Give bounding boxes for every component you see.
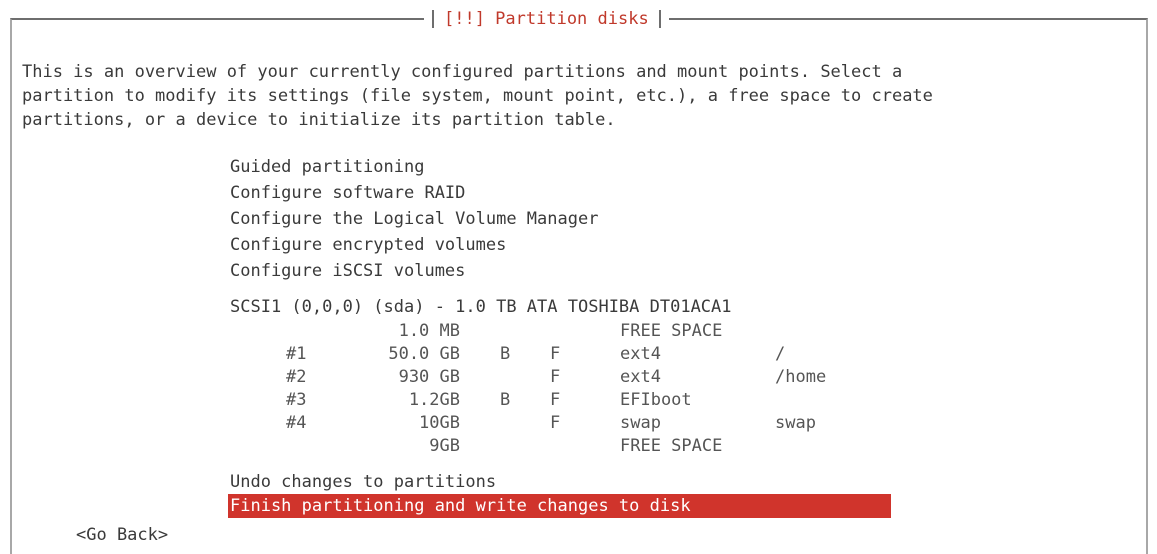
title-left-tick xyxy=(432,10,434,28)
partition-size: 10GB xyxy=(419,413,460,433)
partition-size: 50.0 GB xyxy=(388,344,460,364)
partition-filesystem: swap xyxy=(620,413,661,433)
partition-number: #1 xyxy=(286,344,307,364)
partition-row-2[interactable]: #2 930 GB F ext4 /home xyxy=(230,366,890,389)
partition-boot-flag: B xyxy=(500,344,511,364)
menu-item-software-raid[interactable]: Configure software RAID xyxy=(230,180,598,206)
partition-row-free-space[interactable]: 1.0 MB FREE SPACE xyxy=(230,320,890,343)
menu-item-encrypted-volumes[interactable]: Configure encrypted volumes xyxy=(230,232,598,258)
menu-item-lvm[interactable]: Configure the Logical Volume Manager xyxy=(230,206,598,232)
partition-filesystem: ext4 xyxy=(620,344,661,364)
partition-size: 9GB xyxy=(429,436,460,456)
partition-number: #2 xyxy=(286,367,307,387)
partition-actions: Undo changes to partitions Finish partit… xyxy=(228,470,891,518)
partition-row-1[interactable]: #1 50.0 GB B F ext4 / xyxy=(230,343,890,366)
menu-item-iscsi-volumes[interactable]: Configure iSCSI volumes xyxy=(230,258,598,284)
partition-filesystem: EFIboot xyxy=(620,390,692,410)
dialog-title-bar: [!!] Partition disks xyxy=(424,6,669,32)
partition-mount-point: swap xyxy=(775,413,816,433)
partition-format-flag: F xyxy=(550,390,561,410)
partition-format-flag: F xyxy=(550,344,561,364)
partition-menu: Guided partitioning Configure software R… xyxy=(230,154,598,284)
partition-format-flag: F xyxy=(550,367,561,387)
partition-mount-point: / xyxy=(775,344,786,364)
menu-item-guided-partitioning[interactable]: Guided partitioning xyxy=(230,154,598,180)
partition-mount-point: /home xyxy=(775,367,827,387)
title-right-tick xyxy=(658,10,661,28)
partition-filesystem: FREE SPACE xyxy=(620,321,723,341)
finish-partitioning-option[interactable]: Finish partitioning and write changes to… xyxy=(228,494,891,518)
partition-number: #3 xyxy=(286,390,307,410)
partition-size: 1.2GB xyxy=(408,390,460,410)
partition-filesystem: ext4 xyxy=(620,367,661,387)
disk-listing: SCSI1 (0,0,0) (sda) - 1.0 TB ATA TOSHIBA… xyxy=(230,296,890,458)
partition-number: #4 xyxy=(286,413,307,433)
dialog-title: [!!] Partition disks xyxy=(444,9,649,29)
go-back-button[interactable]: <Go Back> xyxy=(76,525,168,545)
partition-row-3[interactable]: #3 1.2GB B F EFIboot xyxy=(230,389,890,412)
partition-filesystem: FREE SPACE xyxy=(620,436,723,456)
dialog-description: This is an overview of your currently co… xyxy=(22,62,933,130)
partition-size: 1.0 MB xyxy=(398,321,460,341)
partition-boot-flag: B xyxy=(500,390,511,410)
disk-device-row[interactable]: SCSI1 (0,0,0) (sda) - 1.0 TB ATA TOSHIBA… xyxy=(230,296,890,320)
undo-changes-option[interactable]: Undo changes to partitions xyxy=(230,470,891,494)
partition-row-4[interactable]: #4 10GB F swap swap xyxy=(230,412,890,435)
partition-format-flag: F xyxy=(550,413,561,433)
partition-row-free-space[interactable]: 9GB FREE SPACE xyxy=(230,435,890,458)
partition-size: 930 GB xyxy=(398,367,460,387)
